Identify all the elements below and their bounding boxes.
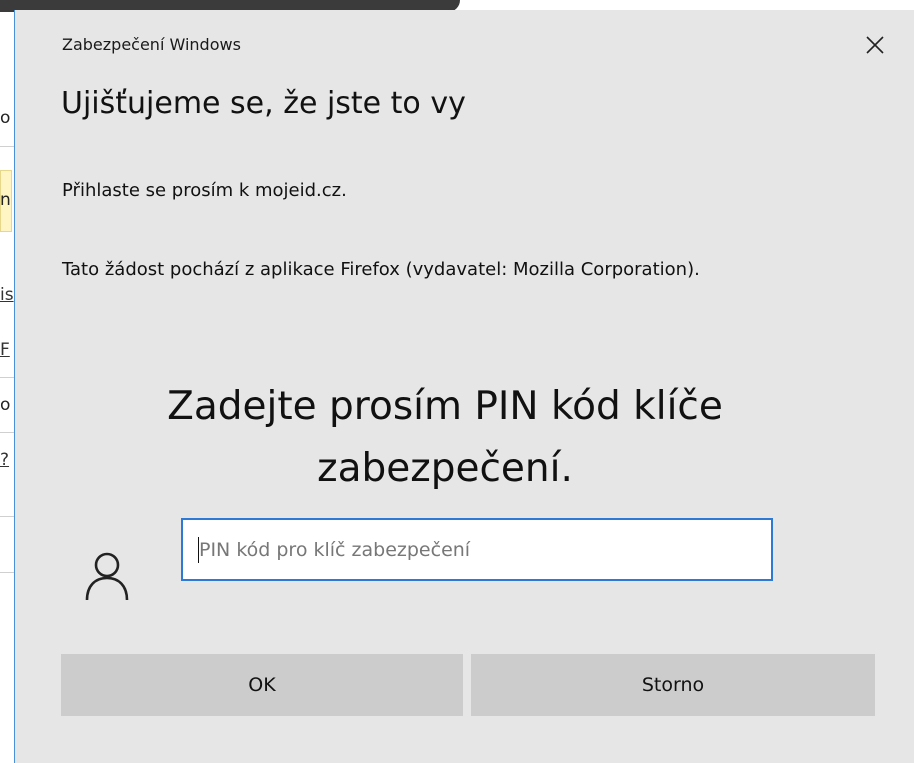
request-source-text: Tato žádost pochází z aplikace Firefox (…: [62, 259, 700, 280]
background-divider: [0, 146, 14, 147]
background-link: is: [0, 285, 14, 305]
background-window: o n is F o ?: [0, 0, 14, 763]
ok-button[interactable]: OK: [61, 654, 463, 716]
close-icon: [866, 36, 884, 54]
background-divider: [0, 516, 14, 517]
background-text: o: [0, 395, 11, 415]
background-divider: [0, 572, 14, 573]
background-divider: [0, 377, 14, 378]
user-icon: [85, 552, 129, 601]
text-caret: [198, 537, 199, 563]
close-button[interactable]: [857, 27, 893, 63]
background-text: n: [0, 190, 11, 210]
cancel-button[interactable]: Storno: [471, 654, 875, 716]
pin-prompt: Zadejte prosím PIN kód klíče zabezpečení…: [167, 384, 723, 491]
windows-security-dialog: Zabezpečení Windows Ujišťujeme se, že js…: [14, 10, 914, 763]
background-divider: [0, 432, 14, 433]
dialog-heading: Ujišťujeme se, že jste to vy: [61, 86, 466, 121]
sign-in-text: Přihlaste se prosím k mojeid.cz.: [62, 180, 347, 201]
background-link: F: [0, 340, 10, 360]
background-text: o: [0, 108, 11, 128]
pin-input[interactable]: [181, 518, 773, 581]
background-link: ?: [0, 450, 10, 470]
dialog-title: Zabezpečení Windows: [62, 35, 241, 54]
